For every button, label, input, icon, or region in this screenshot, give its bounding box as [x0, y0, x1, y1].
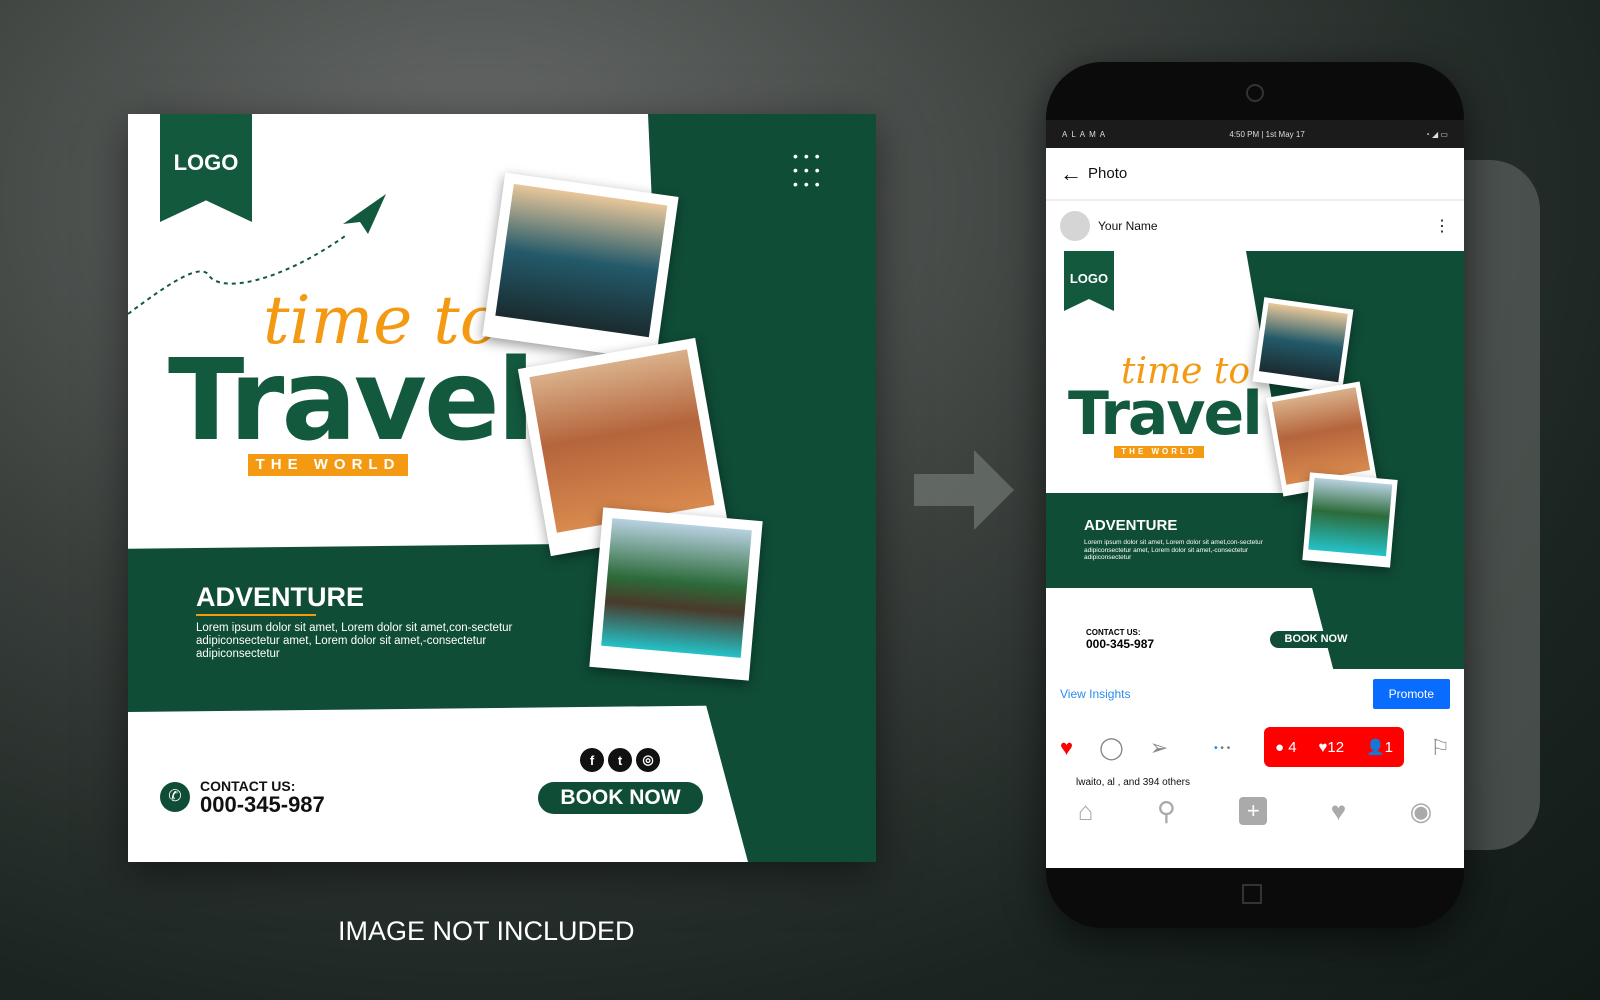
likes-text[interactable]: lwaito, al , and 394 others	[1046, 777, 1464, 789]
body-text-small: Lorem ipsum dolor sit amet, Lorem dolor …	[1084, 539, 1263, 561]
add-post-icon[interactable]: +	[1239, 797, 1268, 825]
comment-count: ● 4	[1274, 738, 1297, 756]
carousel-dots: • • •	[1214, 742, 1231, 754]
instagram-icon[interactable]: ◎	[636, 748, 660, 772]
avatar[interactable]	[1060, 211, 1090, 241]
dots-decoration: ••• ••• •••	[793, 148, 826, 192]
like-count: ♥12	[1318, 738, 1345, 756]
back-arrow-icon[interactable]: ←	[1060, 161, 1082, 187]
status-time: 4:50 PM | 1st May 17	[1229, 129, 1305, 139]
contact-label-small: CONTACT US:	[1086, 628, 1141, 637]
header-title: Photo	[1088, 165, 1128, 182]
social-icons: f t ◎	[580, 748, 660, 772]
body-text: Lorem ipsum dolor sit amet, Lorem dolor …	[196, 622, 513, 660]
bookmark-icon[interactable]: ⚐	[1430, 735, 1450, 761]
paper-plane-icon	[343, 194, 386, 234]
username[interactable]: Your Name	[1098, 219, 1434, 233]
book-now-button-small[interactable]: BOOK NOW	[1270, 631, 1362, 648]
follower-count: 👤1	[1365, 739, 1393, 756]
view-insights-link[interactable]: View Insights	[1060, 687, 1130, 701]
contact-phone: 000-345-987	[200, 792, 325, 817]
twitter-icon[interactable]: t	[608, 748, 632, 772]
caption: IMAGE NOT INCLUDED	[338, 916, 635, 946]
post-preview: LOGO time to Travel THE WORLD ADVENTURE …	[1046, 251, 1464, 669]
search-icon[interactable]: ⚲	[1157, 796, 1176, 827]
carrier: ALAMA	[1062, 129, 1110, 139]
battery-icon: ◔ ◢ ▭	[1424, 129, 1448, 139]
home-button[interactable]	[1242, 884, 1262, 904]
travel-post: LOGO ••• ••• ••• time to Travel THE WORLD …	[128, 114, 876, 862]
heart-icon[interactable]: ♥	[1060, 735, 1073, 761]
logo-small: LOGO	[1064, 251, 1114, 311]
arrow-right-icon	[914, 450, 1014, 530]
phone-screen: ALAMA 4:50 PM | 1st May 17 ◔ ◢ ▭ ← Photo…	[1046, 120, 1464, 868]
tagline: THE WORLD	[248, 454, 408, 476]
photo-resort	[589, 507, 763, 681]
camera-icon	[1246, 84, 1264, 102]
headline-main-small: Travel	[1068, 379, 1263, 449]
bottom-nav: ⌂ ⚲ + ♥ ◉	[1046, 789, 1464, 833]
facebook-icon[interactable]: f	[580, 748, 604, 772]
title-underline	[196, 614, 316, 616]
headline-main: Travel	[168, 336, 535, 466]
photo-lake	[482, 172, 679, 361]
promote-button[interactable]: Promote	[1372, 679, 1450, 709]
home-icon[interactable]: ⌂	[1078, 796, 1094, 827]
notification-bubble: ● 4 ♥12 👤1	[1264, 727, 1404, 767]
share-icon[interactable]: ➢	[1150, 735, 1168, 761]
phone-mockup: ALAMA 4:50 PM | 1st May 17 ◔ ◢ ▭ ← Photo…	[1046, 62, 1464, 928]
activity-heart-icon[interactable]: ♥	[1331, 796, 1346, 827]
contact-phone-small: 000-345-987	[1086, 637, 1155, 651]
tagline-small: THE WORLD	[1114, 446, 1204, 458]
more-options-icon[interactable]: ⋮	[1434, 216, 1450, 236]
section-title: ADVENTURE	[196, 582, 365, 612]
book-now-button[interactable]: BOOK NOW	[538, 782, 703, 814]
section-title-small: ADVENTURE	[1084, 517, 1178, 534]
profile-icon[interactable]: ◉	[1410, 796, 1433, 827]
status-bar: ALAMA 4:50 PM | 1st May 17 ◔ ◢ ▭	[1046, 120, 1464, 148]
comment-icon[interactable]: ◯	[1099, 735, 1124, 761]
phone-icon: ✆	[160, 782, 190, 812]
